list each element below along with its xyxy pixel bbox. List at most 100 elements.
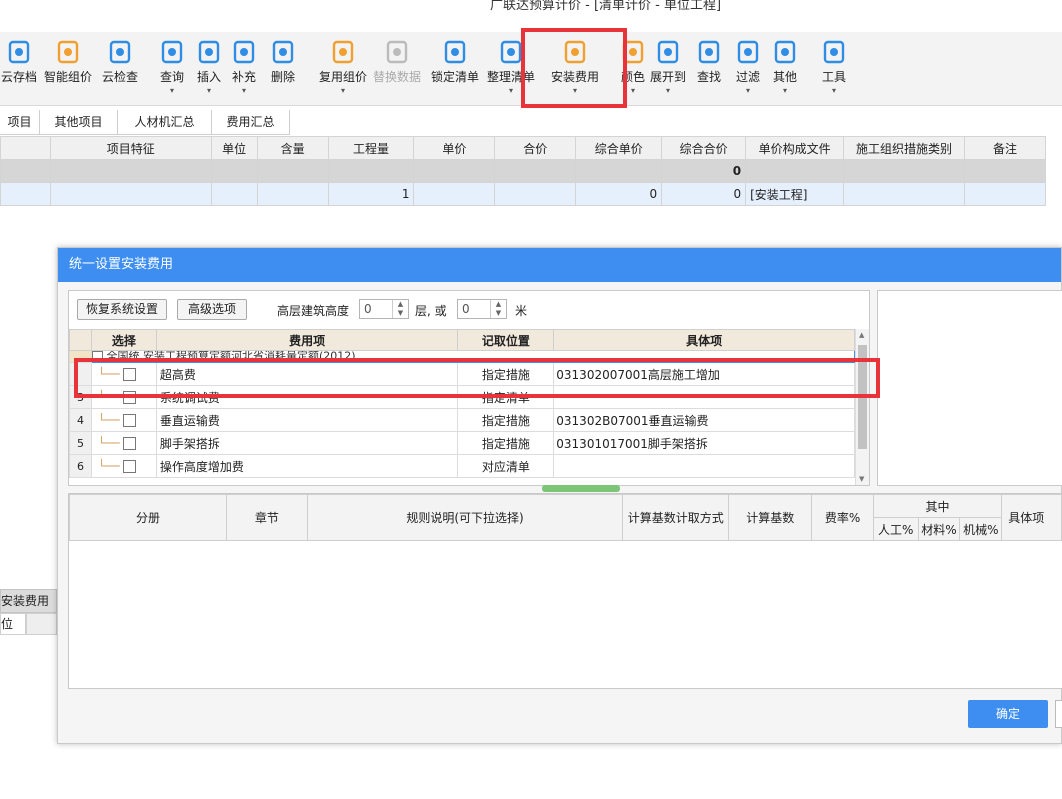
grid-cell[interactable] — [964, 182, 1046, 206]
grid-header[interactable]: 综合合价 — [661, 136, 747, 160]
ok-button[interactable]: 确定 — [968, 700, 1048, 728]
fee-row[interactable]: 3 └── 系统调试费 指定清单 — [69, 385, 855, 409]
fee-select-cell[interactable]: └── — [90, 385, 157, 409]
fee-select-cell[interactable]: └── — [90, 431, 157, 455]
ribbon-button-5[interactable]: 补充 ▾ — [230, 40, 258, 95]
fee-table-scrollbar[interactable]: ▲ ▼ — [855, 329, 869, 485]
fee-select-cell[interactable]: └── — [90, 454, 157, 478]
chevron-down-icon[interactable]: ▾ — [820, 86, 848, 95]
grid-cell[interactable] — [210, 182, 258, 206]
fee-position[interactable]: 指定清单 — [457, 385, 555, 409]
fee-checkbox[interactable] — [123, 460, 137, 473]
grid-header[interactable]: 单位 — [210, 136, 258, 160]
grid-cell[interactable] — [494, 159, 577, 183]
ribbon-button-7[interactable]: 复用组价 ▾ — [317, 40, 369, 95]
chevron-down-icon[interactable]: ▾ — [486, 86, 536, 95]
grid-cell[interactable] — [745, 159, 845, 183]
ribbon-button-14[interactable]: 查找 — [694, 40, 724, 85]
chevron-down-icon[interactable]: ▾ — [620, 86, 646, 95]
fee-position[interactable]: 指定措施 — [457, 431, 555, 455]
grid-cell[interactable] — [964, 159, 1046, 183]
fee-group-row[interactable]: 全国统 安装工程预算定额河北省消耗量定额(2012) — [69, 350, 856, 363]
fee-row[interactable]: 6 └── 操作高度增加费 对应清单 — [69, 454, 855, 478]
ribbon-button-17[interactable]: 工具 ▾ — [820, 40, 848, 95]
chevron-down-icon[interactable]: ▾ — [230, 86, 258, 95]
grid-header[interactable]: 施工组织措施类别 — [843, 136, 966, 160]
fee-row[interactable]: 4 └── 垂直运输费 指定措施 031302B07001垂直运输费 — [69, 408, 855, 432]
grid-cell[interactable]: 0 — [661, 159, 747, 183]
ribbon-button-12[interactable]: 颜色 ▾ — [620, 40, 646, 95]
grid-header[interactable]: 含量 — [256, 136, 329, 160]
fee-position[interactable]: 指定措施 — [457, 408, 555, 432]
fee-detail[interactable] — [553, 454, 855, 478]
grid-header[interactable]: 综合单价 — [575, 136, 663, 160]
cancel-button[interactable] — [1055, 700, 1062, 728]
ribbon-button-8[interactable]: 替换数据 — [372, 40, 422, 85]
grid-cell[interactable]: [安装工程] — [745, 182, 845, 206]
tab-labor-material-summary[interactable]: 人材机汇总 — [118, 110, 212, 135]
chevron-down-icon[interactable]: ▾ — [317, 86, 369, 95]
chevron-down-icon[interactable]: ▾ — [733, 86, 763, 95]
table-row[interactable]: 0 — [0, 159, 1046, 183]
grid-header[interactable]: 单价构成文件 — [745, 136, 845, 160]
floor-count-stepper[interactable]: 0 ▲ ▼ — [359, 299, 409, 319]
ribbon-button-13[interactable]: 展开到 ▾ — [648, 40, 688, 95]
chevron-down-icon[interactable]: ▾ — [770, 86, 800, 95]
chevron-down-icon[interactable]: ▾ — [195, 86, 223, 95]
grid-cell[interactable] — [49, 159, 212, 183]
advanced-options-button[interactable]: 高级选项 — [177, 299, 247, 320]
fee-position[interactable]: 对应清单 — [457, 454, 555, 478]
grid-cell[interactable] — [256, 159, 329, 183]
fee-select-cell[interactable]: └── — [90, 362, 157, 386]
fee-group-cell[interactable]: 全国统 安装工程预算定额河北省消耗量定额(2012) — [90, 350, 856, 363]
ribbon-button-2[interactable]: 云检查 — [100, 40, 140, 85]
fee-checkbox[interactable] — [123, 368, 137, 381]
grid-cell[interactable]: 0 — [661, 182, 747, 206]
ribbon-button-10[interactable]: 整理清单 ▾ — [486, 40, 536, 95]
ribbon-button-0[interactable]: 云存档 — [0, 40, 38, 85]
fee-select-cell[interactable]: └── — [90, 408, 157, 432]
fee-detail[interactable]: 031302007001高层施工增加 — [553, 362, 855, 386]
scroll-up-icon[interactable]: ▲ — [859, 331, 864, 339]
grid-cell[interactable] — [413, 159, 496, 183]
tab-fee-summary[interactable]: 费用汇总 — [212, 110, 290, 135]
grid-header[interactable]: 工程量 — [327, 136, 415, 160]
ribbon-button-1[interactable]: 智能组价 — [42, 40, 94, 85]
fee-position[interactable]: 指定措施 — [457, 362, 555, 386]
stepper-arrows-icon[interactable]: ▲ ▼ — [490, 300, 506, 318]
ribbon-button-15[interactable]: 过滤 ▾ — [733, 40, 763, 95]
grid-cell[interactable] — [413, 182, 496, 206]
grid-cell[interactable] — [843, 159, 966, 183]
ribbon-button-4[interactable]: 插入 ▾ — [195, 40, 223, 95]
fee-detail[interactable]: 031302B07001垂直运输费 — [553, 408, 855, 432]
splitter-handle[interactable] — [542, 485, 620, 492]
grid-cell[interactable]: 1 — [327, 182, 415, 206]
grid-cell[interactable] — [494, 182, 577, 206]
stepper-arrows-icon[interactable]: ▲ ▼ — [392, 300, 408, 318]
grid-header[interactable]: 项目特征 — [49, 136, 212, 160]
grid-header[interactable]: 合价 — [494, 136, 577, 160]
fee-detail[interactable]: 031301017001脚手架搭拆 — [553, 431, 855, 455]
ribbon-button-9[interactable]: 锁定清单 — [430, 40, 480, 85]
grid-cell[interactable] — [256, 182, 329, 206]
fee-row[interactable]: └── 超高费 指定措施 031302007001高层施工增加 — [69, 362, 855, 386]
grid-header[interactable] — [0, 136, 51, 160]
grid-cell[interactable] — [49, 182, 212, 206]
fee-row[interactable]: 5 └── 脚手架搭拆 指定措施 031301017001脚手架搭拆 — [69, 431, 855, 455]
chevron-down-icon[interactable]: ▾ — [157, 86, 187, 95]
fee-detail[interactable] — [553, 385, 855, 409]
grid-cell[interactable] — [575, 159, 663, 183]
fee-checkbox[interactable] — [123, 391, 137, 404]
group-checkbox[interactable] — [92, 351, 103, 362]
chevron-down-icon[interactable]: ▾ — [648, 86, 688, 95]
chevron-down-icon[interactable]: ▾ — [550, 86, 600, 95]
grid-cell[interactable] — [843, 182, 966, 206]
tab-items[interactable]: 项目 — [0, 110, 40, 135]
ribbon-button-6[interactable]: 删除 — [268, 40, 298, 85]
ribbon-button-16[interactable]: 其他 ▾ — [770, 40, 800, 95]
fee-checkbox[interactable] — [123, 414, 137, 427]
grid-cell[interactable] — [0, 182, 51, 206]
scroll-down-icon[interactable]: ▼ — [859, 475, 864, 483]
grid-cell[interactable] — [0, 159, 51, 183]
grid-header[interactable]: 备注 — [964, 136, 1046, 160]
